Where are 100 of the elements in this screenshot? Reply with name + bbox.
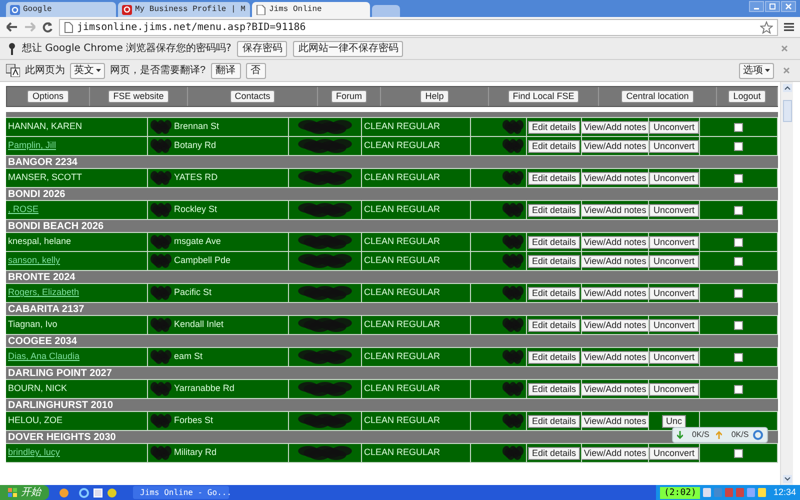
redaction-mark bbox=[297, 138, 353, 154]
row-button[interactable]: View/Add notes bbox=[582, 140, 648, 152]
taskbar-window-button[interactable]: Jims Online - Go... bbox=[133, 486, 229, 499]
scroll-thumb[interactable] bbox=[782, 100, 792, 122]
row-button[interactable]: View/Add notes bbox=[582, 204, 648, 216]
client-link[interactable]: , ROSE bbox=[8, 203, 39, 217]
redaction-mark bbox=[150, 202, 172, 218]
restore-button[interactable] bbox=[765, 1, 780, 12]
nav-button[interactable]: Logout bbox=[728, 90, 766, 103]
row-button[interactable]: Edit details bbox=[528, 382, 580, 396]
download-speed: 0K/S bbox=[692, 429, 710, 441]
client-link[interactable]: Pamplin, Jill bbox=[8, 139, 56, 153]
row-checkbox[interactable] bbox=[734, 384, 743, 394]
row-button[interactable]: Unconvert bbox=[649, 254, 699, 268]
row-button[interactable]: Edit details bbox=[528, 140, 580, 152]
row-checkbox[interactable] bbox=[734, 238, 743, 246]
minimize-button[interactable] bbox=[749, 1, 764, 12]
row-checkbox[interactable] bbox=[734, 142, 743, 150]
nav-button[interactable]: Options bbox=[27, 90, 69, 103]
row-checkbox[interactable] bbox=[734, 256, 743, 266]
row-checkbox[interactable] bbox=[734, 174, 743, 182]
row-checkbox[interactable] bbox=[734, 206, 743, 214]
row-button[interactable]: Edit details bbox=[528, 350, 580, 364]
close-button[interactable] bbox=[781, 1, 796, 12]
group-header: DOVER HEIGHTS 2030 bbox=[8, 430, 116, 444]
client-link[interactable]: sanson, kelly bbox=[8, 254, 60, 268]
address-text: eam St bbox=[174, 350, 203, 364]
redaction-mark bbox=[502, 234, 524, 250]
row-button[interactable]: Edit details bbox=[528, 172, 580, 184]
row-button[interactable]: Unconvert bbox=[649, 204, 699, 216]
row-button[interactable]: Edit details bbox=[528, 286, 580, 300]
redaction-mark bbox=[297, 381, 353, 397]
infobar-button[interactable]: 保存密码 bbox=[237, 40, 288, 56]
redaction-mark bbox=[502, 317, 524, 333]
row-button[interactable]: Unconvert bbox=[649, 236, 699, 248]
row-button[interactable]: View/Add notes bbox=[582, 414, 648, 428]
address-text: Yarranabbe Rd bbox=[174, 382, 234, 396]
row-button[interactable]: Unconvert bbox=[649, 446, 699, 460]
nav-button[interactable]: Contacts bbox=[230, 90, 276, 103]
row-button[interactable]: Edit details bbox=[528, 414, 580, 428]
redaction-mark bbox=[502, 413, 524, 429]
infobar-button[interactable]: 否 bbox=[246, 62, 266, 78]
row-button[interactable]: Unconvert bbox=[649, 120, 699, 134]
scrollbar[interactable] bbox=[780, 82, 793, 485]
infobar-label: 网页，是否需要翻译? bbox=[110, 64, 206, 78]
browser-tab[interactable]: Google bbox=[6, 2, 116, 17]
address-text: Kendall Inlet bbox=[174, 318, 224, 332]
address-field[interactable]: jimsonline.jims.net/menu.asp?BID=91186 bbox=[59, 18, 778, 36]
row-button[interactable]: Edit details bbox=[528, 236, 580, 248]
row-button[interactable]: View/Add notes bbox=[582, 254, 648, 268]
redaction-mark bbox=[150, 349, 172, 365]
row-button[interactable]: Unconvert bbox=[649, 318, 699, 332]
row-button[interactable]: Edit details bbox=[528, 446, 580, 460]
options-dropdown[interactable]: 选项 bbox=[739, 62, 774, 78]
row-checkbox[interactable] bbox=[734, 320, 743, 330]
row-button[interactable]: View/Add notes bbox=[582, 350, 648, 364]
download-arrow-icon bbox=[677, 431, 683, 439]
row-button[interactable]: View/Add notes bbox=[582, 236, 648, 248]
row-checkbox[interactable] bbox=[734, 122, 743, 132]
key-icon bbox=[8, 42, 16, 54]
nav-button[interactable]: Central location bbox=[621, 90, 694, 103]
address-text: Rockley St bbox=[174, 203, 218, 216]
nav-button[interactable]: Find Local FSE bbox=[508, 90, 580, 103]
row-button[interactable]: Edit details bbox=[528, 120, 580, 134]
row-button[interactable]: View/Add notes bbox=[582, 120, 648, 134]
row-button[interactable]: View/Add notes bbox=[582, 172, 648, 184]
start-button[interactable]: 开始 bbox=[0, 485, 49, 500]
client-name: knespal, helane bbox=[8, 235, 72, 248]
row-button[interactable]: Edit details bbox=[528, 318, 580, 332]
group-header: COOGEE 2034 bbox=[8, 334, 77, 348]
row-button[interactable]: Unconvert bbox=[649, 140, 699, 152]
row-button[interactable]: Unconvert bbox=[649, 172, 699, 184]
row-checkbox[interactable] bbox=[734, 352, 743, 362]
row-button[interactable]: Edit details bbox=[528, 204, 580, 216]
desktop-icon bbox=[93, 488, 103, 498]
nav-button[interactable]: FSE website bbox=[108, 90, 169, 103]
row-checkbox[interactable] bbox=[734, 288, 743, 298]
row-button[interactable]: View/Add notes bbox=[582, 318, 648, 332]
redaction-mark bbox=[502, 285, 524, 301]
row-button[interactable]: View/Add notes bbox=[582, 286, 648, 300]
browser-tab[interactable]: Jims Online bbox=[252, 2, 370, 17]
row-button[interactable]: Unc bbox=[662, 414, 686, 428]
nav-button[interactable]: Forum bbox=[330, 90, 367, 103]
row-checkbox[interactable] bbox=[734, 448, 743, 458]
language-dropdown[interactable]: 英文 bbox=[70, 62, 105, 78]
row-button[interactable]: View/Add notes bbox=[582, 382, 648, 396]
redaction-mark bbox=[150, 317, 172, 333]
row-button[interactable]: Unconvert bbox=[649, 382, 699, 396]
client-link[interactable]: Rogers, Elizabeth bbox=[8, 286, 80, 300]
infobar-button[interactable]: 翻译 bbox=[210, 62, 241, 78]
row-button[interactable]: View/Add notes bbox=[582, 446, 648, 460]
browser-tab[interactable]: My Business Profile | M bbox=[118, 2, 250, 17]
row-button[interactable]: Edit details bbox=[528, 254, 580, 268]
row-button[interactable]: Unconvert bbox=[649, 286, 699, 300]
client-link[interactable]: brindley, lucy bbox=[8, 446, 60, 460]
infobar-button[interactable]: 此网站一律不保存密码 bbox=[293, 40, 404, 56]
client-link[interactable]: Dias, Ana Claudia bbox=[8, 350, 80, 364]
row-button[interactable]: Unconvert bbox=[649, 350, 699, 364]
redaction-mark bbox=[297, 234, 353, 250]
nav-button[interactable]: Help bbox=[420, 90, 449, 103]
